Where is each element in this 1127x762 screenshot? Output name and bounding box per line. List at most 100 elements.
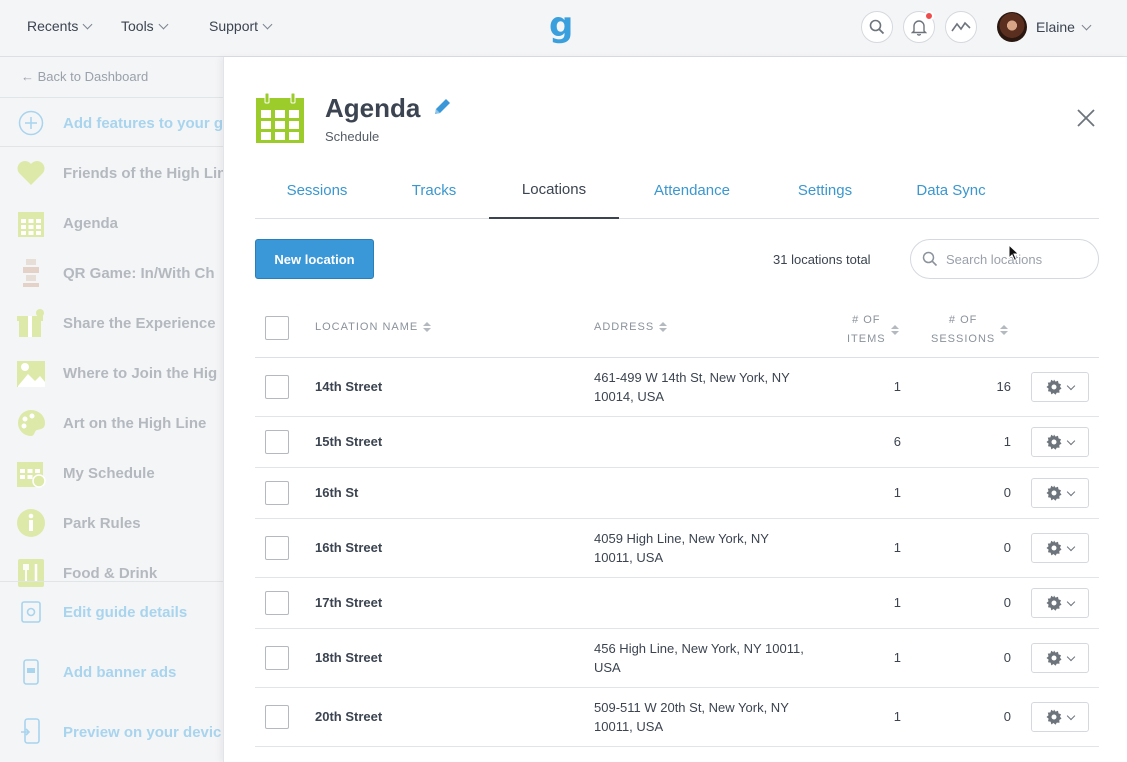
row-actions-button[interactable] <box>1031 702 1089 732</box>
recents-menu[interactable]: Recents <box>27 18 93 34</box>
row-checkbox[interactable] <box>265 646 289 670</box>
row-actions-button[interactable] <box>1031 533 1089 563</box>
tab-data-sync[interactable]: Data Sync <box>885 161 1017 219</box>
sidebar-item-where-to-join[interactable]: Where to Join the Hig <box>16 358 217 388</box>
sort-icon <box>423 322 432 332</box>
tools-menu[interactable]: Tools <box>121 18 169 34</box>
location-address: 456 High Line, New York, NY 10011, USA <box>594 639 824 677</box>
notifications-button[interactable] <box>903 11 935 43</box>
column-address[interactable]: ADDRESS <box>594 321 668 333</box>
column-items[interactable]: # OF ITEMS <box>847 311 907 349</box>
sidebar-item-qr-game[interactable]: QR Game: In/With Ch <box>16 258 215 288</box>
sidebar-item-label: Friends of the High Line <box>63 164 223 182</box>
chevron-down-icon <box>1066 487 1076 496</box>
row-checkbox[interactable] <box>265 375 289 399</box>
items-count: 1 <box>893 485 901 500</box>
column-location-name[interactable]: LOCATION NAME <box>315 321 432 333</box>
add-features-label: Add features to your g <box>63 114 223 132</box>
page-title: Agenda <box>325 93 421 123</box>
table-header: LOCATION NAME ADDRESS # OF ITEMS # OF SE… <box>255 299 1099 358</box>
row-actions-button[interactable] <box>1031 372 1089 402</box>
table-row[interactable]: 20th Street 509-511 W 20th St, New York,… <box>255 688 1099 747</box>
tab-settings[interactable]: Settings <box>765 161 885 219</box>
location-name: 20th Street <box>315 709 383 724</box>
chevron-down-icon <box>1066 711 1076 720</box>
info-icon <box>17 509 45 537</box>
support-menu[interactable]: Support <box>209 18 273 34</box>
sidebar-item-label: Art on the High Line <box>63 414 207 432</box>
chevron-down-icon <box>262 19 273 29</box>
gear-icon <box>1046 485 1062 501</box>
tab-sessions[interactable]: Sessions <box>255 161 379 219</box>
chevron-down-icon <box>1066 597 1076 606</box>
tab-attendance[interactable]: Attendance <box>619 161 765 219</box>
sidebar-item-my-schedule[interactable]: My Schedule <box>16 458 155 488</box>
sidebar-item-art[interactable]: Art on the High Line <box>16 408 206 438</box>
page-subtitle: Schedule <box>325 129 380 144</box>
location-name: 16th St <box>315 485 359 500</box>
row-checkbox[interactable] <box>265 481 289 505</box>
row-actions-button[interactable] <box>1031 427 1089 457</box>
address-line: 10014, USA <box>594 389 665 404</box>
location-name: 18th Street <box>315 650 383 665</box>
user-menu[interactable]: Elaine <box>1036 19 1092 35</box>
column-label-line: ITEMS <box>847 333 886 345</box>
address-line: 461-499 W 14th St, New York, NY <box>594 370 790 385</box>
row-checkbox[interactable] <box>265 705 289 729</box>
row-checkbox[interactable] <box>265 591 289 615</box>
sidebar-item-food-drink[interactable]: Food & Drink <box>16 558 157 588</box>
sidebar-item-park-rules[interactable]: Park Rules <box>16 508 141 538</box>
search-button[interactable] <box>861 11 893 43</box>
sidebar-item-agenda[interactable]: Agenda <box>16 208 118 238</box>
chevron-down-icon <box>1081 20 1092 30</box>
row-actions-button[interactable] <box>1031 643 1089 673</box>
preview-on-device-button[interactable]: Preview on your devic <box>16 717 221 747</box>
table-row[interactable]: 17th Street 1 0 <box>255 578 1099 629</box>
edit-guide-details-button[interactable]: Edit guide details <box>16 597 187 627</box>
calendar-icon <box>18 212 44 237</box>
search-field[interactable] <box>910 239 1099 279</box>
top-bar: Recents Tools Support g Elaine <box>0 0 1127 57</box>
address-line: 509-511 W 20th St, New York, NY <box>594 700 789 715</box>
avatar[interactable] <box>997 12 1027 42</box>
close-icon[interactable] <box>1075 107 1097 129</box>
row-checkbox[interactable] <box>265 430 289 454</box>
table-row[interactable]: 18th Street 456 High Line, New York, NY … <box>255 629 1099 688</box>
sidebar-item-share[interactable]: Share the Experience <box>16 308 216 338</box>
locations-total: 31 locations total <box>773 252 871 267</box>
sessions-count: 0 <box>1003 485 1011 500</box>
back-to-dashboard-link[interactable]: ← Back to Dashboard <box>21 69 148 84</box>
sidebar-bottom-label: Edit guide details <box>63 603 188 621</box>
chevron-down-icon <box>1066 542 1076 551</box>
activity-button[interactable] <box>945 11 977 43</box>
location-address: 461-499 W 14th St, New York, NY 10014, US… <box>594 368 824 406</box>
gear-icon <box>1046 709 1062 725</box>
row-actions-button[interactable] <box>1031 588 1089 618</box>
new-location-button[interactable]: New location <box>255 239 374 279</box>
sidebar-item-friends[interactable]: Friends of the High Line <box>16 158 223 188</box>
tab-locations[interactable]: Locations <box>489 161 619 219</box>
address-line: 10011, USA <box>594 719 664 734</box>
row-actions-button[interactable] <box>1031 478 1089 508</box>
table-row[interactable]: 16th St 1 0 <box>255 468 1099 519</box>
pencil-icon[interactable] <box>432 97 452 117</box>
agenda-panel: Agenda Schedule Sessions Tracks Location… <box>223 57 1127 762</box>
table-row[interactable]: 15th Street 6 1 <box>255 417 1099 468</box>
app-logo[interactable]: g <box>549 8 573 42</box>
tab-tracks[interactable]: Tracks <box>379 161 489 219</box>
add-features-button[interactable]: Add features to your g <box>16 108 223 138</box>
sidebar-divider <box>0 146 223 147</box>
table-row[interactable]: 14th Street 461-499 W 14th St, New York,… <box>255 358 1099 417</box>
table-row[interactable]: 16th Street 4059 High Line, New York, NY… <box>255 519 1099 578</box>
address-line: 456 High Line, New York, NY 10011, <box>594 641 804 656</box>
column-label: ADDRESS <box>594 321 655 333</box>
address-line: 4059 High Line, New York, NY <box>594 531 769 546</box>
column-sessions[interactable]: # OF SESSIONS <box>931 311 1016 349</box>
column-label-line: SESSIONS <box>931 333 996 345</box>
activity-chart-icon <box>951 21 971 32</box>
select-all-checkbox[interactable] <box>265 316 289 340</box>
sidebar-item-label: Park Rules <box>63 514 141 532</box>
row-checkbox[interactable] <box>265 536 289 560</box>
gear-icon <box>1046 540 1062 556</box>
add-banner-ads-button[interactable]: Add banner ads <box>16 657 176 687</box>
